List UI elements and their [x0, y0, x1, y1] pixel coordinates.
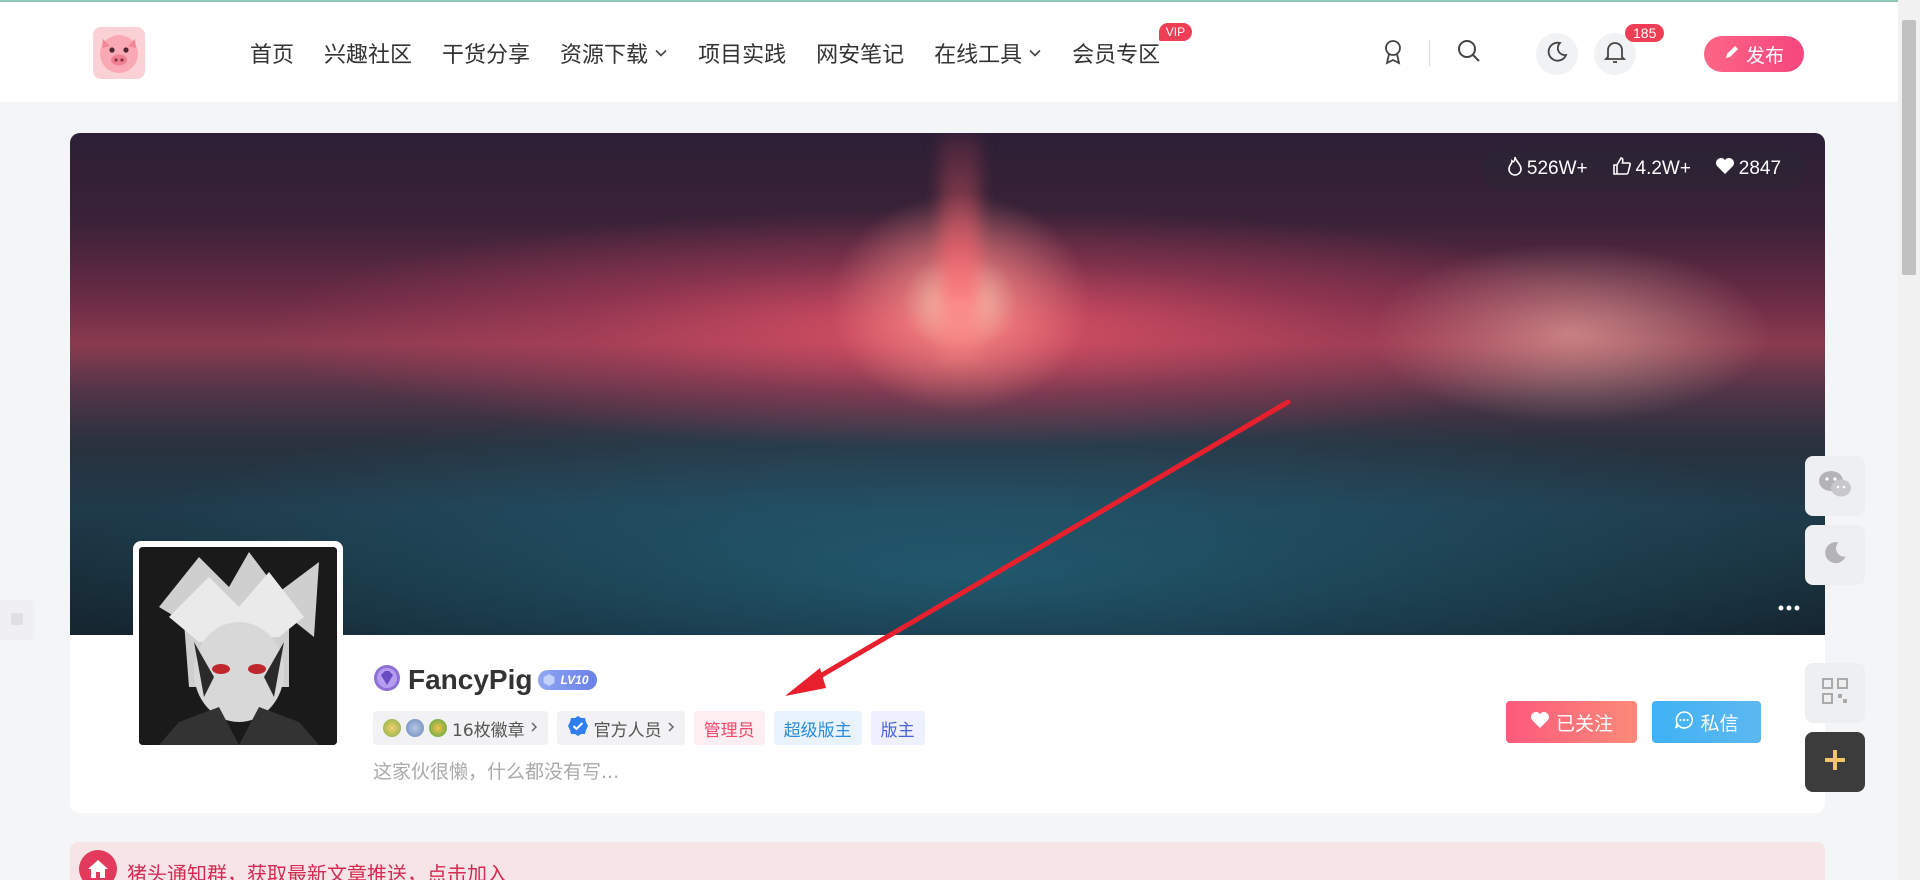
heart-icon — [1530, 711, 1550, 734]
thumb-up-icon — [1612, 156, 1632, 182]
vip-badge: VIP — [1158, 23, 1193, 41]
bell-icon — [1603, 39, 1627, 69]
search-icon[interactable] — [1456, 38, 1482, 64]
pig-logo-icon[interactable] — [93, 27, 145, 79]
profile-tags: 16枚徽章 官方人员 管理员 超级版主 版主 — [373, 711, 925, 745]
username: FancyPig — [408, 664, 533, 695]
nav-item-security-notes[interactable]: 网安笔记 — [816, 37, 904, 69]
chevron-right-icon — [530, 718, 538, 738]
notification-count-badge: 185 — [1625, 24, 1665, 42]
fire-icon — [1507, 156, 1523, 182]
medal-icon — [383, 719, 401, 737]
theme-toggle-button[interactable] — [1536, 33, 1578, 75]
page-scrollbar[interactable] — [1898, 0, 1920, 880]
banner-light-ray — [940, 133, 980, 363]
favorites-stat: 2847 — [1715, 157, 1781, 181]
private-message-button[interactable]: 私信 — [1652, 701, 1761, 743]
profile-card: 526W+ 4.2W+ 2847 FancyPig LV10 16枚徽章 官方人… — [70, 133, 1825, 813]
chevron-down-icon — [1028, 46, 1042, 60]
follow-button[interactable]: 已关注 — [1506, 701, 1637, 743]
home-icon — [79, 850, 117, 880]
left-side-tab[interactable] — [0, 600, 34, 640]
moon-icon — [1821, 539, 1849, 571]
chevron-right-icon — [667, 718, 675, 738]
level-badge: LV10 — [538, 670, 597, 690]
verified-badge-icon — [567, 715, 589, 742]
site-header: 首页 兴趣社区 干货分享 资源下载 项目实践 网安笔记 在线工具 会员专区 VI… — [0, 2, 1898, 102]
notice-bar[interactable]: 猪头通知群，获取最新文章推送，点击加入 — [70, 842, 1825, 880]
square-icon — [10, 611, 24, 630]
official-tag[interactable]: 官方人员 — [556, 711, 685, 745]
profile-bio: 这家伙很懒，什么都没有写... — [373, 761, 620, 783]
medal-icon[interactable] — [1381, 38, 1405, 66]
main-nav: 首页 兴趣社区 干货分享 资源下载 项目实践 网安笔记 在线工具 会员专区 VI… — [250, 23, 1193, 74]
views-stat: 526W+ — [1507, 156, 1588, 182]
avatar-frame — [133, 541, 343, 751]
chevron-down-icon — [654, 46, 668, 60]
wechat-button[interactable] — [1805, 456, 1865, 516]
nav-item-tools[interactable]: 在线工具 — [934, 37, 1042, 69]
super-moderator-tag: 超级版主 — [773, 711, 862, 745]
more-options-icon[interactable] — [1777, 597, 1801, 616]
dark-mode-button[interactable] — [1805, 525, 1865, 585]
nav-item-community[interactable]: 兴趣社区 — [324, 37, 412, 69]
nav-item-share[interactable]: 干货分享 — [442, 37, 530, 69]
chat-icon — [1674, 710, 1694, 735]
username-row: FancyPig LV10 — [372, 663, 597, 697]
nav-item-home[interactable]: 首页 — [250, 37, 294, 69]
scrollbar-thumb[interactable] — [1902, 20, 1916, 275]
medal-icon — [406, 719, 424, 737]
qrcode-icon — [1821, 677, 1849, 709]
header-divider — [1429, 40, 1430, 66]
heart-icon — [1715, 157, 1735, 181]
plus-icon — [1822, 747, 1848, 777]
moderator-tag: 版主 — [870, 711, 925, 745]
pencil-icon — [1724, 43, 1740, 65]
hexagon-icon — [542, 673, 556, 687]
publish-button[interactable]: 发布 — [1704, 36, 1804, 72]
medals-tag[interactable]: 16枚徽章 — [373, 711, 548, 745]
notice-text: 猪头通知群，获取最新文章推送，点击加入 — [127, 862, 507, 880]
nav-item-vip[interactable]: 会员专区 VIP — [1072, 23, 1193, 69]
admin-tag: 管理员 — [693, 711, 765, 745]
wechat-icon — [1817, 469, 1853, 503]
avatar[interactable] — [139, 547, 337, 745]
qrcode-button[interactable] — [1805, 663, 1865, 723]
diamond-vip-icon — [372, 663, 402, 697]
medal-icon — [429, 719, 447, 737]
nav-item-projects[interactable]: 项目实践 — [698, 37, 786, 69]
likes-stat: 4.2W+ — [1612, 156, 1691, 182]
moon-icon — [1545, 40, 1569, 68]
nav-item-downloads[interactable]: 资源下载 — [560, 37, 668, 69]
add-button[interactable] — [1805, 732, 1865, 792]
profile-stats: 526W+ 4.2W+ 2847 — [1483, 150, 1805, 188]
